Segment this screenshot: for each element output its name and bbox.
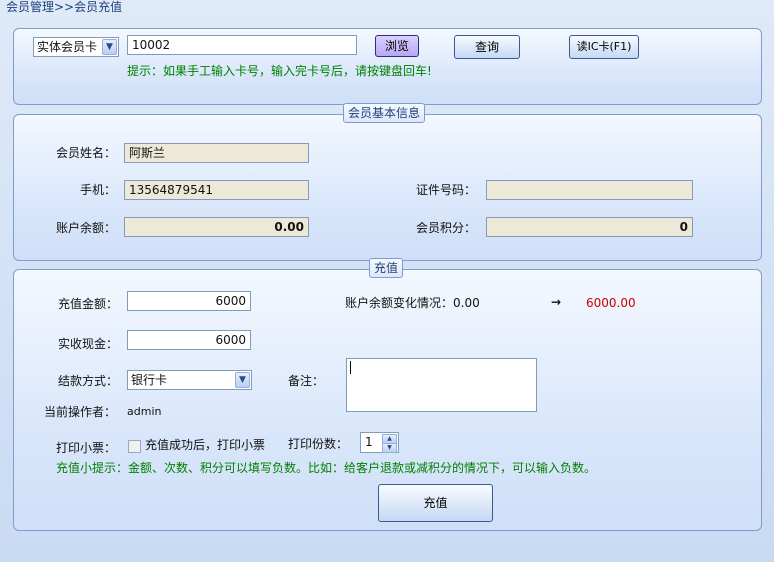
recharge-tip: 充值小提示：金额、次数、积分可以填写负数。比如：给客户退款或减积分的情况下，可以…: [56, 461, 597, 475]
print-copies-stepper[interactable]: 1 ▲ ▼: [360, 432, 399, 453]
balance-change-arrow: →: [551, 295, 562, 309]
operator-value: admin: [127, 405, 162, 418]
recharge-legend: 充值: [369, 258, 404, 278]
payment-method-value: 银行卡: [131, 373, 168, 387]
id-number-label: 证件号码：: [416, 183, 477, 197]
query-button[interactable]: 查询: [454, 35, 520, 59]
browse-button[interactable]: 浏览: [375, 35, 419, 57]
print-receipt-label: 打印小票：: [56, 441, 117, 455]
balance-before-value: 0.00: [453, 296, 480, 310]
stepper-down-icon[interactable]: ▼: [382, 443, 397, 453]
card-type-value: 实体会员卡: [37, 40, 98, 54]
balance-field: 0.00: [124, 217, 309, 237]
recharge-amount-input[interactable]: 6000: [127, 291, 251, 311]
payment-method-label: 结款方式：: [58, 374, 119, 388]
text-cursor: [350, 361, 351, 374]
phone-field: 13564879541: [124, 180, 309, 200]
balance-change-label: 账户余额变化情况：0.00: [345, 295, 480, 311]
member-name-field: 阿斯兰: [124, 143, 309, 163]
operator-label: 当前操作者：: [44, 405, 117, 419]
balance-change-text: 账户余额变化情况：: [345, 296, 454, 310]
member-name-label: 会员姓名：: [56, 146, 117, 160]
card-number-input[interactable]: 10002: [127, 35, 357, 55]
member-info-legend: 会员基本信息: [343, 103, 426, 123]
recharge-amount-label: 充值金额：: [58, 297, 119, 311]
card-type-select[interactable]: 实体会员卡 ▼: [33, 37, 119, 57]
print-copies-value: 1: [365, 435, 373, 449]
remark-label: 备注：: [288, 374, 325, 388]
phone-label: 手机：: [80, 183, 117, 197]
points-field: 0: [486, 217, 693, 237]
balance-after-value: 6000.00: [586, 296, 636, 310]
read-ic-card-button[interactable]: 读IC卡(F1): [569, 35, 639, 59]
print-copies-label: 打印份数：: [288, 437, 349, 451]
card-input-hint: 提示：如果手工输入卡号，输入完卡号后，请按键盘回车!: [127, 64, 432, 78]
print-receipt-checkbox-label[interactable]: 充值成功后，打印小票: [145, 437, 265, 453]
payment-method-select[interactable]: 银行卡 ▼: [127, 370, 252, 390]
chevron-down-icon[interactable]: ▼: [102, 39, 117, 55]
cash-received-input[interactable]: 6000: [127, 330, 251, 350]
cash-received-label: 实收现金：: [58, 337, 119, 351]
print-receipt-checkbox[interactable]: [128, 440, 141, 453]
balance-label: 账户余额：: [56, 221, 117, 235]
recharge-submit-button[interactable]: 充值: [378, 484, 493, 522]
breadcrumb: 会员管理>>会员充值: [6, 0, 123, 14]
chevron-down-icon[interactable]: ▼: [235, 372, 250, 388]
remark-textarea[interactable]: [346, 358, 537, 412]
id-number-field: [486, 180, 693, 200]
points-label: 会员积分：: [416, 221, 477, 235]
